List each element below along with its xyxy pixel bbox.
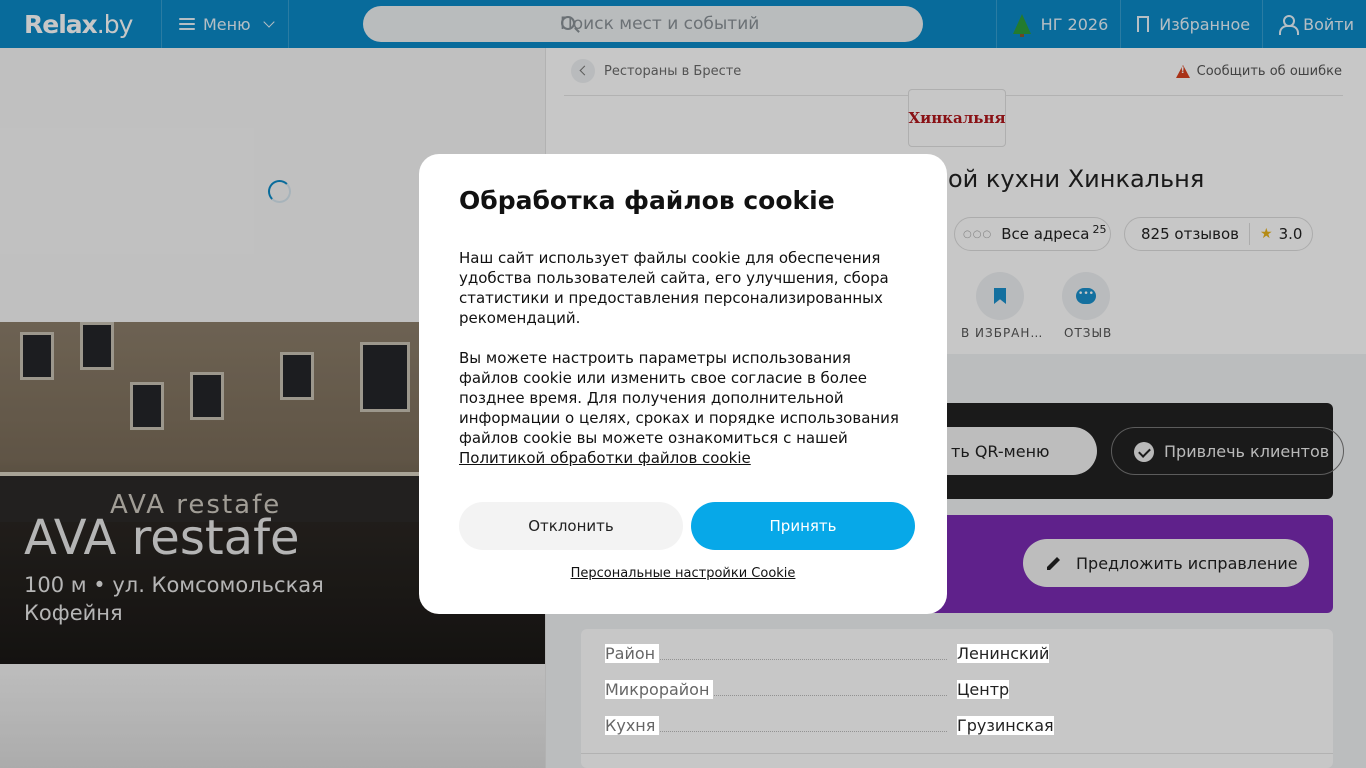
decline-button[interactable]: Отклонить [459, 502, 683, 550]
cookie-consent-modal: Обработка файлов cookie Наш сайт использ… [419, 154, 947, 614]
info-value: Грузинская [957, 716, 1054, 735]
cookie-modal-actions: Отклонить Принять [459, 502, 915, 550]
info-value: Ленинский [957, 644, 1050, 663]
info-key: Район [605, 644, 660, 663]
cookie-settings-link[interactable]: Персональные настройки Cookie [419, 566, 947, 581]
cookie-modal-text: Наш сайт использует файлы cookie для обе… [459, 249, 889, 327]
info-value: Центр [957, 680, 1010, 699]
info-key: Микрорайон [605, 680, 714, 699]
cookie-policy-link[interactable]: Политикой обработки файлов cookie [459, 449, 751, 467]
cookie-modal-title: Обработка файлов cookie [459, 186, 835, 215]
accept-button[interactable]: Принять [691, 502, 915, 550]
cookie-modal-text-2-body: Вы можете настроить параметры использова… [459, 349, 899, 447]
info-key: Кухня [605, 716, 660, 735]
cookie-modal-text-2: Вы можете настроить параметры использова… [459, 348, 907, 468]
